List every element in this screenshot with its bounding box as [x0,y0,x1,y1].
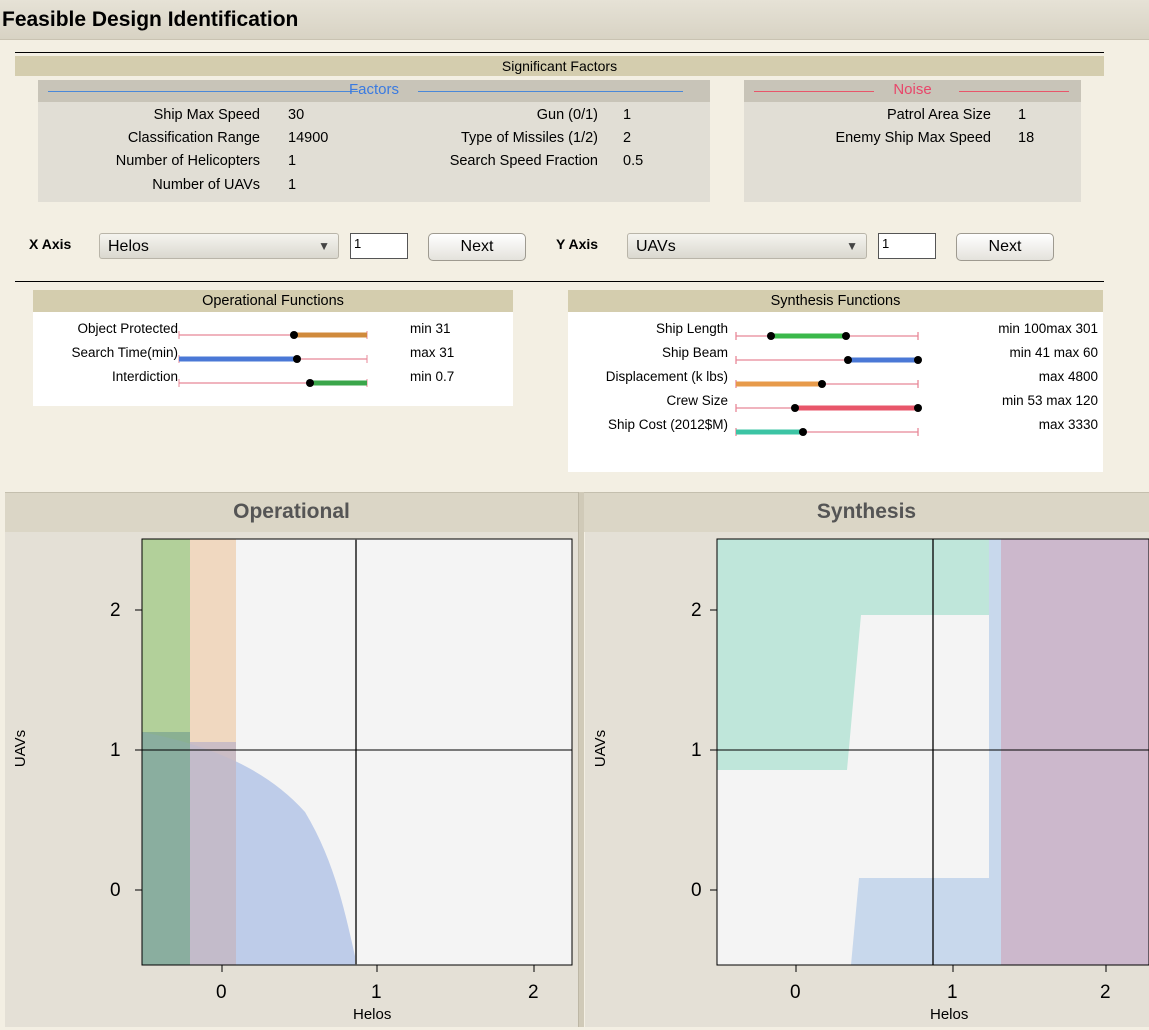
chevron-down-icon: ▼ [318,239,330,253]
region-overlap-orange [190,742,236,965]
y-axis-title: UAVs [592,729,610,768]
operational-sliders[interactable] [33,312,513,406]
slider-handle [306,379,314,387]
synthesis-functions-header: Synthesis Functions [568,290,1103,312]
factor-name: Gun (0/1) [536,107,598,123]
noise-name: Enemy Ship Max Speed [835,130,991,146]
slider-handle [844,356,852,364]
operational-functions-header: Operational Functions [33,290,513,312]
significant-factors-header: Significant Factors [15,56,1104,76]
operational-plot-area [5,532,578,1027]
synthesis-plot-title: Synthesis [584,492,1149,532]
y-step-input[interactable]: 1 [878,233,936,259]
panel-divider [578,492,584,1027]
factors-group: Factors Ship Max Speed 30 Classification… [38,80,710,202]
slider-handle [799,428,807,436]
factor-value: 1 [623,107,632,123]
x-tick: 0 [790,982,801,1003]
factor-value: 2 [623,130,632,146]
factor-name: Classification Range [127,130,260,146]
y-next-button[interactable]: Next [956,233,1054,261]
y-axis-title: UAVs [12,729,30,768]
divider-top [15,52,1104,53]
y-tick: 1 [110,740,121,761]
x-axis-select[interactable]: Helos ▼ [99,233,339,259]
synthesis-sliders[interactable] [568,312,1103,472]
slider-handle [818,380,826,388]
x-tick: 1 [371,982,382,1003]
x-tick: 2 [1100,982,1111,1003]
noise-name: Patrol Area Size [887,107,991,123]
x-next-button[interactable]: Next [428,233,526,261]
x-axis-value: Helos [108,238,149,255]
operational-plot-title: Operational [5,492,578,532]
chevron-down-icon: ▼ [846,239,858,253]
synthesis-functions-panel: Ship Length min 100max 301 Ship Beam min… [568,312,1103,472]
y-axis-select[interactable]: UAVs ▼ [627,233,867,259]
noise-label: Noise [893,81,932,98]
slider-handle [914,404,922,412]
slider-handle [791,404,799,412]
factor-name: Ship Max Speed [153,107,260,123]
factor-value: 1 [288,177,297,193]
y-axis-label: Y Axis [556,236,599,252]
factor-name: Search Speed Fraction [449,153,598,169]
noise-group: Noise Patrol Area Size 1 Enemy Ship Max … [744,80,1081,202]
slider-handle [842,332,850,340]
x-axis-title: Helos [353,1006,392,1023]
region-overlap-green [142,732,190,965]
y-tick: 0 [110,880,121,901]
region-purple [1001,539,1149,965]
x-axis-label: X Axis [29,236,72,252]
y-axis-value: UAVs [636,238,676,255]
factor-value: 30 [288,107,305,123]
operational-plot[interactable] [5,532,578,1027]
factors-label: Factors [348,81,399,98]
noise-value: 1 [1018,107,1027,123]
noise-group-header: Noise [744,80,1081,102]
y-tick: 1 [691,740,702,761]
x-tick: 0 [216,982,227,1003]
slider-handle [293,355,301,363]
factor-value: 1 [288,153,297,169]
operational-functions-panel: Object Protected min 31 Search Time(min)… [33,312,513,406]
x-step-input[interactable]: 1 [350,233,408,259]
slider-handle [914,356,922,364]
factors-group-header: Factors [38,80,710,102]
factor-name: Number of Helicopters [115,153,260,169]
factor-value: 0.5 [623,153,644,169]
synthesis-plot[interactable] [585,532,1149,1027]
slider-handle [767,332,775,340]
x-tick: 2 [528,982,539,1003]
factor-value: 14900 [288,130,329,146]
y-tick: 0 [691,880,702,901]
x-tick: 1 [947,982,958,1003]
x-axis-title: Helos [930,1006,969,1023]
y-tick: 2 [691,600,702,621]
factor-name: Number of UAVs [152,177,260,193]
region-lightblue [989,539,1002,965]
y-tick: 2 [110,600,121,621]
slider-handle [290,331,298,339]
synthesis-plot-area [585,532,1149,1027]
divider-mid [15,281,1104,282]
region-blue [851,878,989,965]
noise-value: 18 [1018,130,1035,146]
factor-name: Type of Missiles (1/2) [461,130,598,146]
page-title: Feasible Design Identification [0,0,1149,40]
